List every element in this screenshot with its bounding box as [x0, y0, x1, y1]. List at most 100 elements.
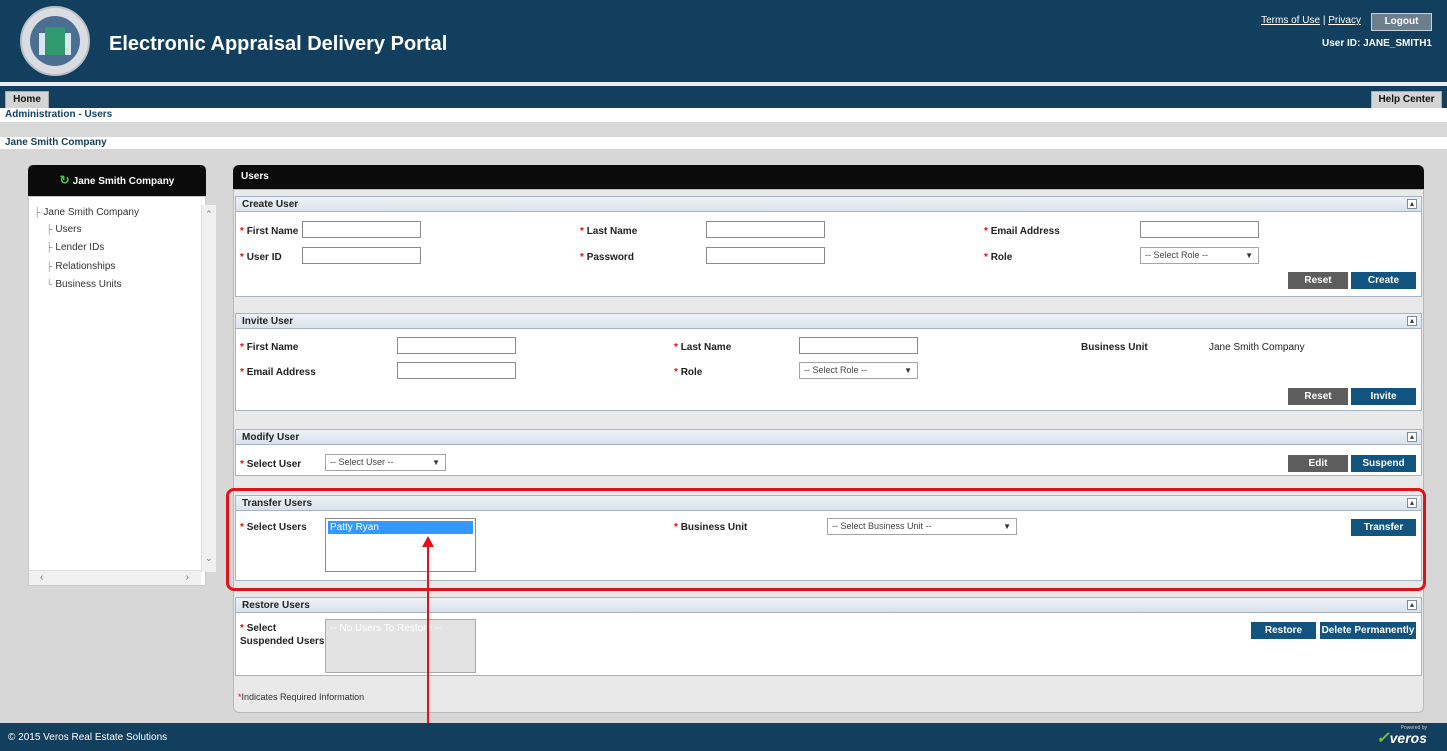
tree-item-label: Lender IDs	[55, 242, 105, 253]
tree-item-label: Relationships	[55, 261, 116, 272]
annotation-arrow-line	[427, 546, 429, 751]
collapse-icon[interactable]: ▴	[1407, 316, 1417, 326]
invite-user-header: Invite User	[236, 314, 1421, 329]
copyright-text: © 2015 Veros Real Estate Solutions	[8, 732, 168, 743]
empty-list-message: -- No Users To Restore --	[330, 623, 442, 634]
create-button[interactable]: Create	[1351, 272, 1416, 289]
invite-business-unit-value: Jane Smith Company	[1209, 342, 1305, 353]
tree-vertical-scrollbar[interactable]: ⌃ ⌄	[201, 205, 216, 572]
section-title: Modify User	[242, 432, 300, 443]
annotation-highlight-box	[226, 488, 1426, 591]
dropdown-arrow-icon: ▼	[904, 366, 912, 375]
veros-check-icon: ✓	[1376, 730, 1390, 747]
refresh-icon[interactable]: ↻	[60, 173, 70, 187]
dropdown-arrow-icon: ▼	[1245, 251, 1253, 260]
tab-home[interactable]: Home	[5, 91, 49, 109]
tree-node-icon: ├	[34, 207, 41, 217]
edit-button[interactable]: Edit	[1288, 455, 1348, 472]
scroll-up-icon[interactable]: ⌃	[205, 209, 213, 220]
restore-button[interactable]: Restore	[1251, 622, 1316, 639]
section-title: Create User	[242, 199, 299, 210]
tree-item-users[interactable]: ├ Users	[46, 224, 82, 235]
collapse-icon[interactable]: ▴	[1407, 432, 1417, 442]
user-id-label: User ID: JANE_SMITH1	[1321, 38, 1432, 49]
select-value: -- Select Role --	[804, 365, 868, 375]
tree-header-title: Jane Smith Company	[72, 176, 175, 187]
create-role-select[interactable]: -- Select Role -- ▼	[1140, 247, 1259, 264]
create-last-name-label: * Last Name	[580, 226, 638, 237]
powered-by-label: Powered by	[1400, 725, 1427, 731]
invite-button[interactable]: Invite	[1351, 388, 1416, 405]
tab-help-center[interactable]: Help Center	[1371, 91, 1442, 109]
select-value: -- Select Role --	[1145, 250, 1209, 260]
required-info-note: *Indicates Required Information	[238, 692, 365, 702]
delete-permanently-button[interactable]: Delete Permanently	[1320, 622, 1416, 639]
create-first-name-input[interactable]	[302, 221, 421, 238]
scroll-down-icon[interactable]: ⌄	[205, 553, 213, 564]
create-email-input[interactable]	[1140, 221, 1259, 238]
divider-band	[0, 122, 1447, 137]
tree-horizontal-scrollbar[interactable]: ‹ ›	[29, 570, 201, 585]
modify-select-user-dropdown[interactable]: -- Select User -- ▼	[325, 454, 446, 471]
app-title: Electronic Appraisal Delivery Portal	[109, 33, 448, 55]
invite-first-name-input[interactable]	[397, 337, 516, 354]
logout-button[interactable]: Logout	[1371, 13, 1432, 31]
veros-logo: Powered by ✓veros	[1376, 725, 1427, 748]
tree-node-icon: ├	[46, 242, 53, 252]
collapse-icon[interactable]: ▴	[1407, 600, 1417, 610]
privacy-link[interactable]: Privacy	[1328, 15, 1361, 26]
tree-item-business-units[interactable]: └ Business Units	[46, 279, 122, 290]
invite-email-label: * Email Address	[240, 367, 316, 378]
invite-last-name-input[interactable]	[799, 337, 918, 354]
tree-root-label: Jane Smith Company	[43, 207, 139, 218]
hud-seal-logo	[20, 6, 90, 76]
tree-root[interactable]: ├ Jane Smith Company	[34, 207, 139, 218]
restore-select-label: * Select Suspended Users	[240, 623, 325, 647]
invite-email-input[interactable]	[397, 362, 516, 379]
app-footer: © 2015 Veros Real Estate Solutions Power…	[0, 723, 1447, 751]
section-title: Invite User	[242, 316, 294, 327]
create-reset-button[interactable]: Reset	[1288, 272, 1348, 289]
company-name-heading: Jane Smith Company	[5, 137, 107, 148]
tree-item-label: Users	[55, 224, 82, 235]
create-user-id-label: * User ID	[240, 252, 282, 263]
invite-role-label: * Role	[674, 367, 703, 378]
restore-users-listbox[interactable]: -- No Users To Restore --	[325, 619, 476, 673]
suspend-button[interactable]: Suspend	[1351, 455, 1416, 472]
tree-item-relationships[interactable]: ├ Relationships	[46, 261, 115, 272]
users-panel-title: Users	[233, 165, 1424, 189]
create-user-id-input[interactable]	[302, 247, 421, 264]
scroll-right-icon[interactable]: ›	[186, 572, 189, 583]
create-password-label: * Password	[580, 252, 634, 263]
create-email-label: * Email Address	[984, 226, 1060, 237]
tree-node-icon: ├	[46, 224, 53, 234]
invite-reset-button[interactable]: Reset	[1288, 388, 1348, 405]
dropdown-arrow-icon: ▼	[432, 458, 440, 467]
top-links: Terms of Use | Privacy	[1261, 15, 1361, 26]
terms-of-use-link[interactable]: Terms of Use	[1261, 15, 1320, 26]
create-user-header: Create User	[236, 197, 1421, 212]
create-last-name-input[interactable]	[706, 221, 825, 238]
create-first-name-label: * First Name	[240, 226, 299, 237]
invite-business-unit-label: Business Unit	[1081, 342, 1148, 353]
tree-item-lender-ids[interactable]: ├ Lender IDs	[46, 242, 104, 253]
create-password-input[interactable]	[706, 247, 825, 264]
veros-wordmark: veros	[1389, 730, 1427, 746]
invite-last-name-label: * Last Name	[674, 342, 732, 353]
tree-node-icon: ├	[46, 261, 53, 271]
tree-header: ↻ Jane Smith Company	[28, 165, 206, 196]
collapse-icon[interactable]: ▴	[1407, 199, 1417, 209]
tab-bar: Home Help Center	[0, 82, 1447, 109]
breadcrumb: Administration - Users	[0, 108, 1447, 122]
modify-user-header: Modify User	[236, 430, 1421, 445]
restore-users-header: Restore Users	[236, 598, 1421, 613]
modify-select-user-label: * Select User	[240, 459, 302, 470]
app-header: Electronic Appraisal Delivery Portal Ter…	[0, 0, 1447, 82]
tree-node-icon: └	[46, 279, 53, 289]
tree-item-label: Business Units	[55, 279, 122, 290]
create-role-label: * Role	[984, 252, 1013, 263]
scroll-left-icon[interactable]: ‹	[40, 572, 43, 583]
link-separator: |	[1322, 15, 1326, 26]
section-title: Restore Users	[242, 600, 310, 611]
invite-role-select[interactable]: -- Select Role -- ▼	[799, 362, 918, 379]
